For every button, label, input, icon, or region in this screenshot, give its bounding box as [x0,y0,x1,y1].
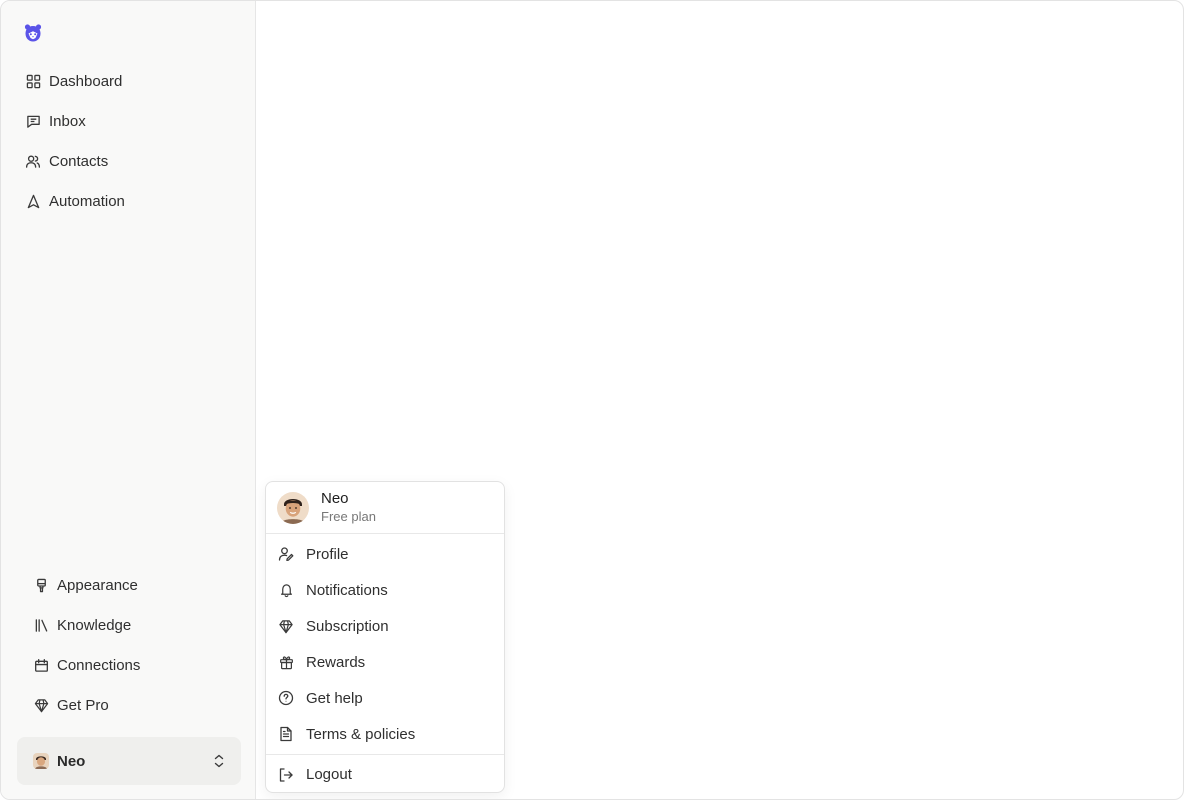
user-pen-icon [278,546,294,562]
sidebar-item-label: Get Pro [57,696,109,714]
secondary-nav: Appearance Knowledge Connections Get Pro [1,565,256,725]
bell-icon [278,582,294,598]
gem-icon [278,618,294,634]
menu-item-label: Terms & policies [306,725,416,743]
menu-user-header: Neo Free plan [266,482,504,534]
navigation-icon [25,193,41,209]
calendar-icon [33,657,49,673]
sidebar-item-label: Dashboard [49,72,123,90]
sidebar-item-automation[interactable]: Automation [1,181,256,221]
menu-item-label: Get help [306,689,363,707]
sidebar-item-label: Automation [49,192,125,210]
sidebar: Dashboard Inbox Contacts Automation Appe… [1,1,256,799]
message-icon [25,113,41,129]
menu-item-label: Notifications [306,581,388,599]
user-name: Neo [57,752,86,770]
sidebar-item-label: Appearance [57,576,138,594]
menu-item-subscription[interactable]: Subscription [266,608,504,644]
sidebar-item-knowledge[interactable]: Knowledge [1,605,256,645]
sidebar-item-connections[interactable]: Connections [1,645,256,685]
user-switcher-button[interactable]: Neo [17,737,241,785]
file-text-icon [278,726,294,742]
avatar [277,491,309,524]
sidebar-item-label: Inbox [49,112,86,130]
sidebar-item-label: Connections [57,656,141,674]
menu-item-rewards[interactable]: Rewards [266,644,504,680]
avatar [33,753,49,769]
menu-user-plan: Free plan [321,509,376,524]
menu-item-terms[interactable]: Terms & policies [266,716,504,752]
menu-item-label: Profile [306,545,349,563]
gift-icon [278,654,294,670]
sidebar-item-appearance[interactable]: Appearance [1,565,256,605]
menu-divider [266,754,504,755]
sidebar-item-label: Knowledge [57,616,132,634]
library-icon [33,617,49,633]
sidebar-item-contacts[interactable]: Contacts [1,141,256,181]
sidebar-item-inbox[interactable]: Inbox [1,101,256,141]
menu-user-name: Neo [321,490,349,507]
user-dropdown-menu: Neo Free plan Profile Notifications Subs… [265,481,505,793]
main-nav: Dashboard Inbox Contacts Automation [1,61,256,221]
users-icon [25,153,41,169]
grid-icon [25,73,41,89]
brush-icon [33,577,49,593]
help-circle-icon [278,690,294,706]
menu-item-label: Subscription [306,617,389,635]
gem-icon [33,697,49,713]
app-window: Dashboard Inbox Contacts Automation Appe… [0,0,1184,800]
menu-user-info: Neo Free plan [321,490,376,525]
sidebar-item-dashboard[interactable]: Dashboard [1,61,256,101]
sidebar-item-get-pro[interactable]: Get Pro [1,685,256,725]
sidebar-item-label: Contacts [49,152,109,170]
chevrons-up-down-icon [213,753,225,769]
menu-list: Profile Notifications Subscription Rewar… [266,534,504,752]
menu-item-label: Logout [306,766,352,783]
menu-item-logout[interactable]: Logout [266,756,504,793]
bear-logo-icon[interactable] [23,23,43,43]
menu-item-notifications[interactable]: Notifications [266,572,504,608]
menu-item-profile[interactable]: Profile [266,536,504,572]
logout-icon [278,767,294,783]
menu-item-label: Rewards [306,653,366,671]
menu-item-get-help[interactable]: Get help [266,680,504,716]
